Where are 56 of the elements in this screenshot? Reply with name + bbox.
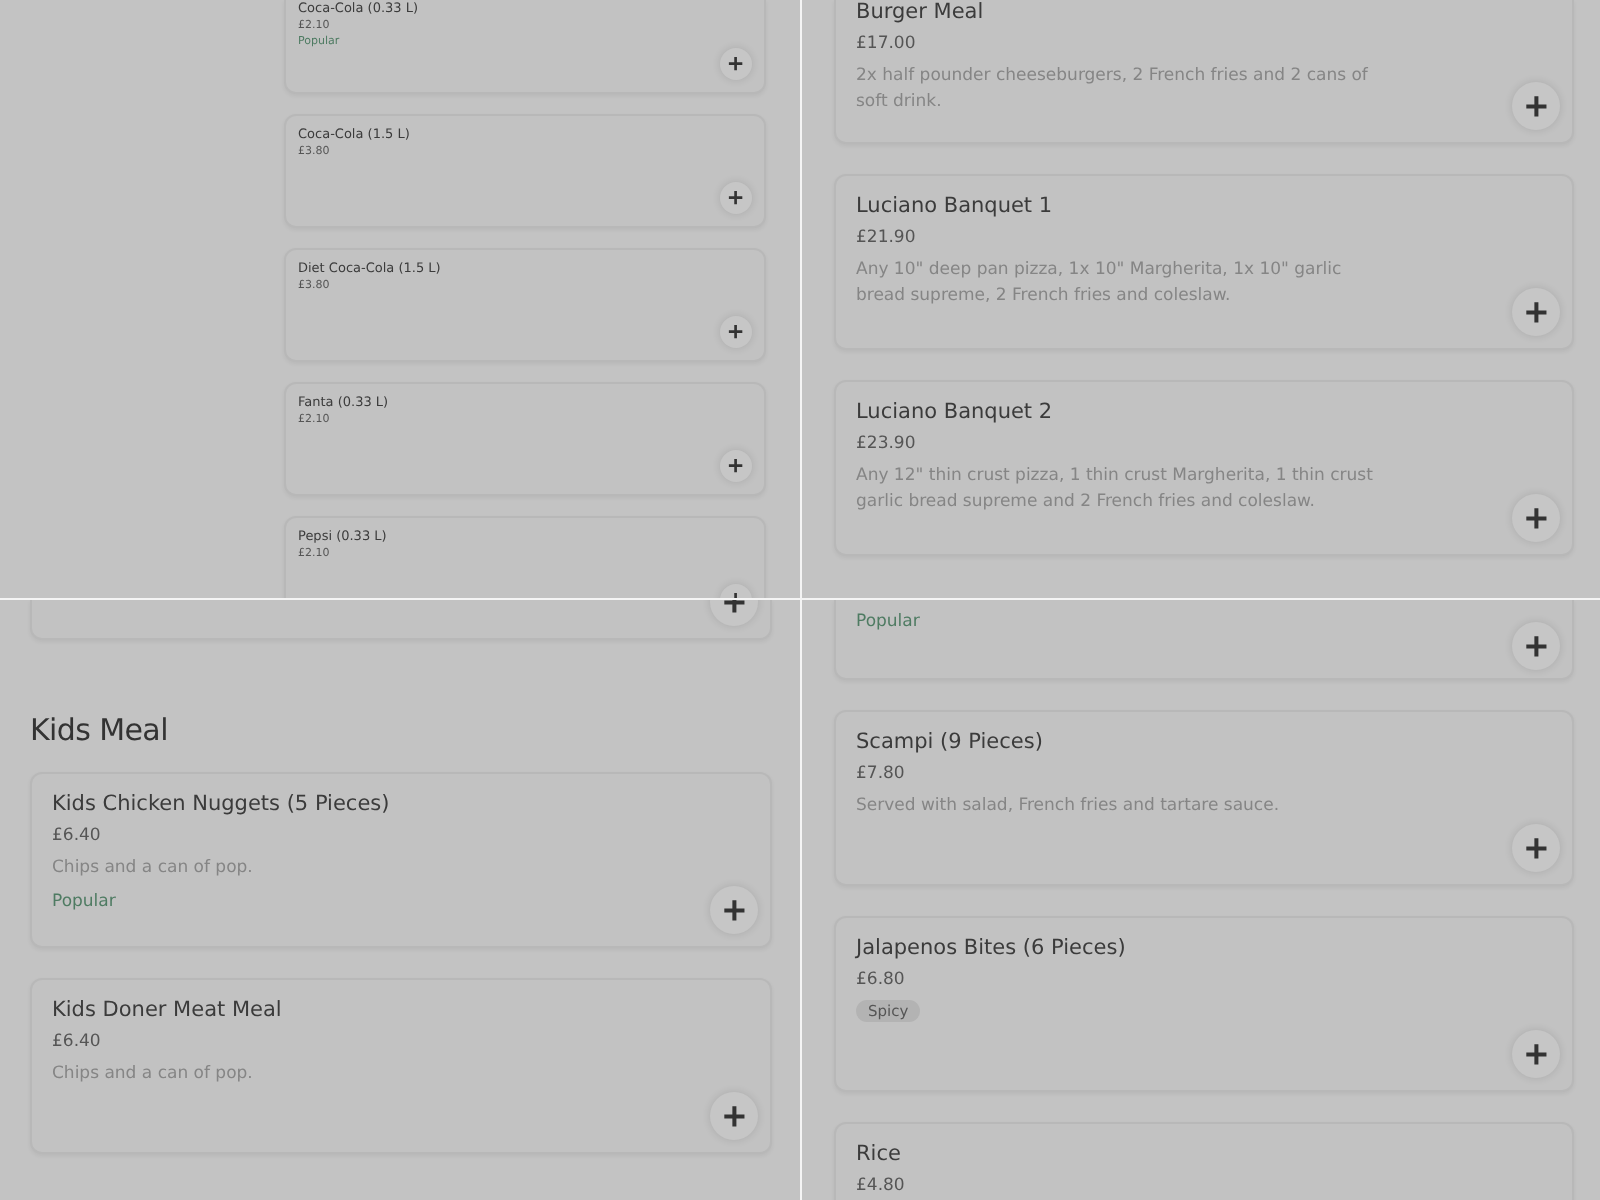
add-button[interactable] xyxy=(720,316,752,348)
plus-icon xyxy=(1521,631,1551,661)
item-name: Scampi (9 Pieces) xyxy=(856,730,1045,754)
menu-item-card[interactable]: Rice £4.80 xyxy=(834,1122,1574,1200)
item-price: £7.80 xyxy=(856,762,907,787)
add-button[interactable] xyxy=(710,886,758,934)
item-description: Any 12" thin crust pizza, 1 thin crust Margherita, 1 thin crust garlic bread supreme and 2 French fries and coleslaw. xyxy=(856,464,1375,514)
add-button[interactable] xyxy=(1512,82,1560,130)
item-name: Luciano Banquet 2 xyxy=(856,400,1055,424)
add-button[interactable] xyxy=(1512,1030,1560,1078)
item-price: £6.80 xyxy=(856,968,907,993)
popular-label: Popular xyxy=(52,889,116,914)
item-description: 2x half pounder cheeseburgers, 2 French fries and 2 cans of soft drink. xyxy=(856,64,1370,114)
item-name: Burger Meal xyxy=(856,0,986,24)
plus-icon xyxy=(1521,833,1551,863)
add-button[interactable] xyxy=(710,1092,758,1140)
plus-icon xyxy=(726,456,746,476)
plus-icon xyxy=(719,1101,749,1131)
item-name: Luciano Banquet 1 xyxy=(856,194,1055,218)
add-button[interactable] xyxy=(1512,622,1560,670)
item-name: Jalapenos Bites (6 Pieces) xyxy=(856,936,1128,960)
item-name: Kids Doner Meat Meal xyxy=(52,998,284,1022)
add-button[interactable] xyxy=(1512,824,1560,872)
item-name: Rice xyxy=(856,1142,903,1166)
plus-icon xyxy=(1521,297,1551,327)
plus-icon xyxy=(719,895,749,925)
add-button[interactable] xyxy=(720,182,752,214)
add-button[interactable] xyxy=(720,450,752,482)
plus-icon xyxy=(1521,91,1551,121)
menu-item-card[interactable]: Kids Chicken Nuggets (5 Pieces) £6.40 Chips and a can of pop. Popular xyxy=(30,772,772,948)
plus-icon xyxy=(1521,1039,1551,1069)
add-button[interactable] xyxy=(720,48,752,80)
menu-item-card[interactable]: Kids Doner Meat Meal £6.40 Chips and a can of pop. xyxy=(30,978,772,1154)
item-description: Chips and a can of pop. xyxy=(52,856,255,882)
item-price: £17.00 xyxy=(856,32,918,57)
item-price: £6.40 xyxy=(52,824,103,849)
item-price: £21.90 xyxy=(856,226,918,251)
item-description: Any 10" deep pan pizza, 1x 10" Margherita, 1x 10" garlic bread supreme, 2 French fries and coleslaw. xyxy=(856,258,1344,308)
menu-item-card[interactable]: Scampi (9 Pieces) £7.80 Served with salad, French fries and tartare sauce. xyxy=(834,710,1574,886)
item-price: £6.40 xyxy=(52,1030,103,1055)
plus-icon xyxy=(726,54,746,74)
item-description: Served with salad, French fries and tartare sauce. xyxy=(856,794,1282,820)
menu-item-card[interactable]: Luciano Banquet 1 £21.90 Any 10" deep pan pizza, 1x 10" Margherita, 1x 10" garlic bread supreme, 2 French fries and coleslaw. xyxy=(834,174,1574,350)
item-description: Chips and a can of pop. xyxy=(52,1062,255,1088)
plus-icon xyxy=(726,188,746,208)
item-price: £4.80 xyxy=(856,1174,907,1199)
item-price: £23.90 xyxy=(856,432,918,457)
item-name: Kids Chicken Nuggets (5 Pieces) xyxy=(52,792,392,816)
add-button[interactable] xyxy=(1512,288,1560,336)
add-button[interactable] xyxy=(1512,494,1560,542)
section-heading: Kids Meal xyxy=(30,712,170,748)
menu-item-card[interactable]: Luciano Banquet 2 £23.90 Any 12" thin crust pizza, 1 thin crust Margherita, 1 thin crust garlic bread supreme and 2 French fries and coleslaw. xyxy=(834,380,1574,556)
plus-icon xyxy=(1521,503,1551,533)
menu-item-card[interactable]: Burger Meal £17.00 2x half pounder cheeseburgers, 2 French fries and 2 cans of soft drink. xyxy=(834,0,1574,144)
plus-icon xyxy=(726,322,746,342)
popular-label: Popular xyxy=(856,610,920,635)
